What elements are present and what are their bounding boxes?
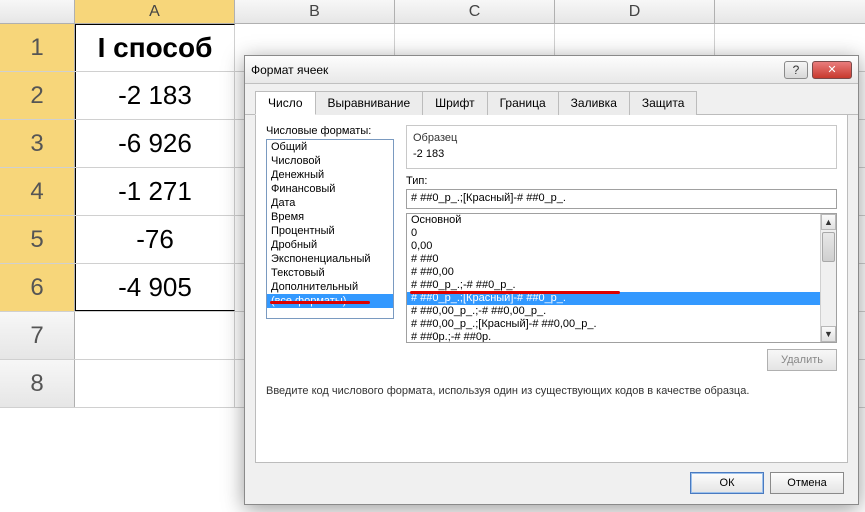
- cell-a2[interactable]: -2 183: [75, 72, 235, 119]
- type-list-scrollbar[interactable]: ▲ ▼: [820, 214, 836, 342]
- sample-label: Образец: [413, 132, 830, 144]
- cell-a1[interactable]: I способ: [75, 24, 235, 71]
- close-button[interactable]: ✕: [812, 61, 852, 79]
- row-header-3[interactable]: 3: [0, 120, 75, 167]
- column-header-b[interactable]: B: [235, 0, 395, 23]
- format-cells-dialog: Формат ячеек ? ✕ Число Выравнивание Шриф…: [244, 55, 859, 505]
- scroll-thumb[interactable]: [822, 232, 835, 262]
- category-item[interactable]: Дата: [267, 196, 393, 210]
- category-item[interactable]: Финансовый: [267, 182, 393, 196]
- type-item[interactable]: # ##0,00_р_.;-# ##0,00_р_.: [407, 305, 836, 318]
- category-item[interactable]: Денежный: [267, 168, 393, 182]
- categories-label: Числовые форматы:: [266, 125, 371, 137]
- category-item[interactable]: Дополнительный: [267, 280, 393, 294]
- row-header-6[interactable]: 6: [0, 264, 75, 311]
- dialog-titlebar[interactable]: Формат ячеек ? ✕: [245, 56, 858, 84]
- scroll-up-icon[interactable]: ▲: [821, 214, 836, 230]
- cell-a8[interactable]: [75, 360, 235, 407]
- type-input[interactable]: # ##0_р_.;[Красный]-# ##0_р_.: [406, 189, 837, 209]
- tab-fill[interactable]: Заливка: [558, 91, 630, 115]
- cell-a7[interactable]: [75, 312, 235, 359]
- cell-a3[interactable]: -6 926: [75, 120, 235, 167]
- close-icon: ✕: [827, 63, 836, 76]
- dialog-title: Формат ячеек: [251, 63, 780, 77]
- scroll-down-icon[interactable]: ▼: [821, 326, 836, 342]
- category-item[interactable]: Время: [267, 210, 393, 224]
- type-item[interactable]: # ##0: [407, 253, 836, 266]
- dialog-tabs: Число Выравнивание Шрифт Граница Заливка…: [245, 84, 858, 115]
- category-item[interactable]: Процентный: [267, 224, 393, 238]
- type-item[interactable]: # ##0р.;-# ##0р.: [407, 331, 836, 343]
- row-header-7[interactable]: 7: [0, 312, 75, 359]
- annotation-underline-type: [410, 291, 620, 294]
- cell-a6[interactable]: -4 905: [75, 264, 235, 311]
- type-item[interactable]: Основной: [407, 214, 836, 227]
- tab-protection[interactable]: Защита: [629, 91, 698, 115]
- tab-font[interactable]: Шрифт: [422, 91, 487, 115]
- row-header-5[interactable]: 5: [0, 216, 75, 263]
- tab-body: Числовые форматы: Общий Числовой Денежны…: [255, 115, 848, 463]
- tab-border[interactable]: Граница: [487, 91, 559, 115]
- type-list[interactable]: Основной 0 0,00 # ##0 # ##0,00 # ##0_р_.…: [406, 213, 837, 343]
- type-item[interactable]: # ##0,00_р_.;[Красный]-# ##0,00_р_.: [407, 318, 836, 331]
- row-header-4[interactable]: 4: [0, 168, 75, 215]
- category-item[interactable]: Дробный: [267, 238, 393, 252]
- row-header-1[interactable]: 1: [0, 24, 75, 71]
- category-item[interactable]: Экспоненциальный: [267, 252, 393, 266]
- format-hint: Введите код числового формата, используя…: [266, 385, 837, 397]
- tab-alignment[interactable]: Выравнивание: [315, 91, 424, 115]
- type-item[interactable]: 0,00: [407, 240, 836, 253]
- dialog-buttons: ОК Отмена: [690, 472, 844, 494]
- column-header-c[interactable]: C: [395, 0, 555, 23]
- category-list[interactable]: Общий Числовой Денежный Финансовый Дата …: [266, 139, 394, 319]
- select-all-corner[interactable]: [0, 0, 75, 23]
- sample-box: Образец -2 183: [406, 125, 837, 169]
- tab-number[interactable]: Число: [255, 91, 316, 115]
- cancel-button[interactable]: Отмена: [770, 472, 844, 494]
- category-item[interactable]: Общий: [267, 140, 393, 154]
- type-item[interactable]: # ##0,00: [407, 266, 836, 279]
- category-item[interactable]: Числовой: [267, 154, 393, 168]
- help-button[interactable]: ?: [784, 61, 808, 79]
- sample-value: -2 183: [413, 148, 830, 160]
- cell-a4[interactable]: -1 271: [75, 168, 235, 215]
- annotation-underline-category: [270, 301, 370, 304]
- cell-a5[interactable]: -76: [75, 216, 235, 263]
- type-item[interactable]: 0: [407, 227, 836, 240]
- ok-button[interactable]: ОК: [690, 472, 764, 494]
- column-header-a[interactable]: A: [75, 0, 235, 23]
- category-item[interactable]: Текстовый: [267, 266, 393, 280]
- row-header-8[interactable]: 8: [0, 360, 75, 407]
- column-headers: A B C D: [0, 0, 865, 24]
- column-header-d[interactable]: D: [555, 0, 715, 23]
- delete-button[interactable]: Удалить: [767, 349, 837, 371]
- row-header-2[interactable]: 2: [0, 72, 75, 119]
- type-label: Тип:: [406, 175, 427, 187]
